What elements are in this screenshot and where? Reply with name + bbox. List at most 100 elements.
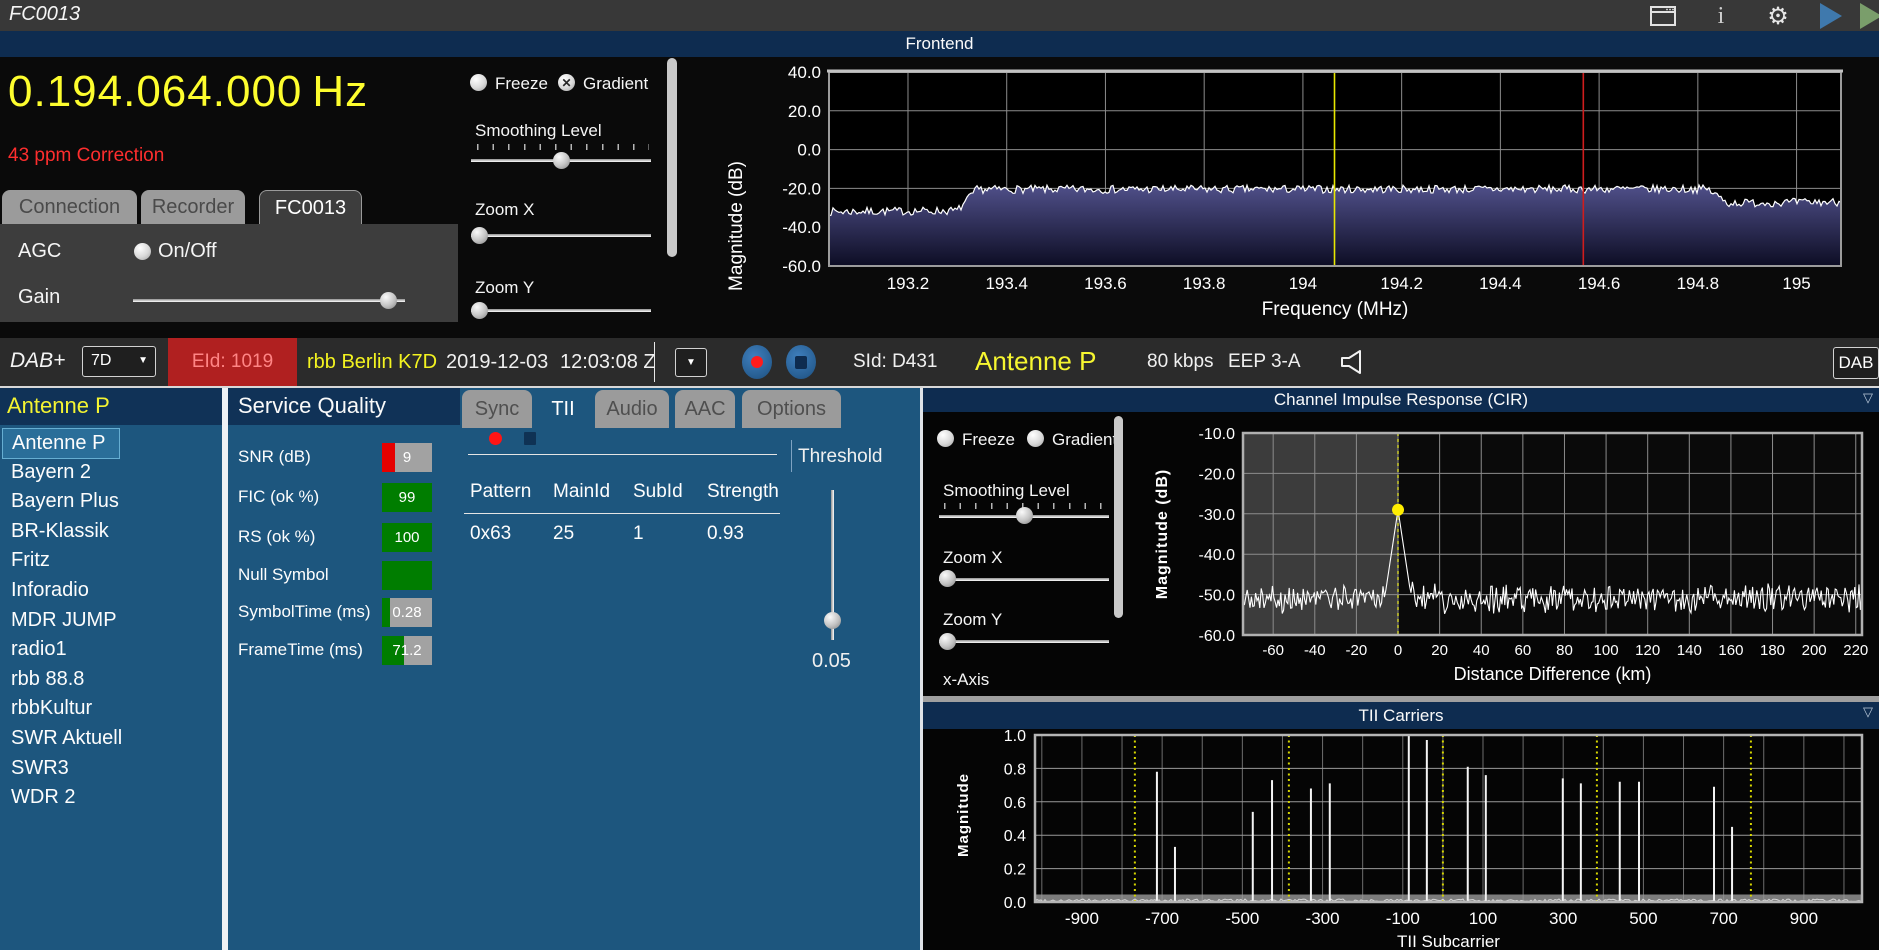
zoomy-slider-track[interactable]: [471, 309, 651, 312]
dab-status-bar: DAB+ 7D ▼ EId: 1019 rbb Berlin K7D 2019-…: [0, 338, 1879, 388]
bitrate-label: 80 kbps: [1147, 351, 1214, 372]
play-blue-icon[interactable]: [1816, 3, 1846, 29]
controls-scrollbar[interactable]: [667, 58, 677, 257]
bar-segment: [382, 561, 432, 590]
svg-text:193.6: 193.6: [1084, 274, 1127, 293]
list-item[interactable]: Inforadio: [2, 576, 191, 605]
tab-options[interactable]: Options: [742, 390, 841, 428]
cir-zoomx-slider-track[interactable]: [939, 578, 1109, 581]
threshold-slider-handle[interactable]: [824, 612, 841, 630]
svg-text:-30.0: -30.0: [1199, 507, 1236, 524]
column-header: Strength: [707, 481, 779, 502]
cir-zoomy-slider-track[interactable]: [939, 640, 1109, 643]
svg-text:195: 195: [1782, 274, 1810, 293]
list-item[interactable]: SWR Aktuell: [2, 724, 191, 753]
cir-controls-scrollbar[interactable]: [1114, 416, 1123, 618]
cir-zoomx-slider-handle[interactable]: [939, 570, 956, 587]
agc-radio[interactable]: [134, 243, 151, 260]
svg-text:700: 700: [1709, 909, 1737, 928]
list-item[interactable]: rbbKultur: [2, 694, 191, 723]
cir-zoomy-slider-handle[interactable]: [939, 633, 956, 650]
svg-text:0.2: 0.2: [1004, 862, 1026, 879]
svg-text:500: 500: [1629, 909, 1657, 928]
svg-text:194.2: 194.2: [1380, 274, 1423, 293]
lower-region: Antenne P Antenne P Bayern 2 Bayern Plus BR…: [0, 388, 1879, 950]
stop-square: [795, 355, 807, 369]
list-item[interactable]: Bayern Plus: [2, 487, 191, 516]
list-item[interactable]: Bayern 2: [2, 458, 191, 487]
cir-chart: -10.0 -20.0 -30.0 -40.0 -50.0 -60.0 -60 -40 -20 0…: [1199, 426, 1869, 684]
service-name: Antenne P: [975, 346, 1097, 376]
zoomx-label: Zoom X: [475, 200, 535, 219]
cir-smoothing-slider-handle[interactable]: [1015, 507, 1033, 524]
tii-chart: 1.0 0.8 0.6 0.4 0.2 0.0 -900 -700 -500 -300 -100 10…: [1004, 729, 1864, 950]
tab-tii[interactable]: TII: [537, 390, 589, 428]
list-item[interactable]: MDR JUMP: [2, 606, 191, 635]
window-icon[interactable]: [1648, 3, 1678, 29]
svg-text:-300: -300: [1306, 909, 1340, 928]
dab-badge: DAB: [1833, 347, 1879, 379]
svg-text:-20.0: -20.0: [1199, 466, 1236, 483]
svg-text:40.0: 40.0: [788, 63, 821, 82]
svg-text:-500: -500: [1225, 909, 1259, 928]
metric-label: Null Symbol: [238, 565, 329, 584]
service-quality-panel: Service Quality SNR (dB) 9 FIC (ok %) 99 RS …: [228, 388, 460, 950]
threshold-label: Threshold: [798, 446, 883, 467]
cir-gradient-radio[interactable]: [1027, 430, 1044, 447]
protection-label: EEP 3-A: [1228, 351, 1301, 372]
record-icon[interactable]: [742, 345, 772, 379]
collapse-triangle-icon[interactable]: ▽: [1863, 390, 1873, 406]
stop-square-icon[interactable]: [524, 432, 536, 445]
tab-audio[interactable]: Audio: [595, 390, 669, 428]
tuner-tabs: Connection Recorder FC0013: [0, 190, 458, 225]
stop-icon[interactable]: [786, 345, 816, 379]
gain-slider-handle[interactable]: [380, 292, 398, 309]
cir-zoomx-label: Zoom X: [943, 548, 1003, 567]
record-dot-icon[interactable]: [489, 432, 502, 445]
gain-slider-track[interactable]: [133, 299, 405, 302]
metric-value: 100: [394, 529, 420, 546]
list-item[interactable]: radio1: [2, 635, 191, 664]
play-green-icon[interactable]: [1856, 3, 1879, 29]
list-item[interactable]: WDR 2: [2, 783, 191, 812]
title-bar: FC0013 i ⚙: [0, 0, 1879, 32]
svg-text:20.0: 20.0: [788, 102, 821, 121]
cir-controls: Freeze Gradient Smoothing Level Zoom X Z…: [925, 412, 1145, 696]
list-item[interactable]: Antenne P: [2, 428, 120, 459]
tab-connection[interactable]: Connection: [2, 190, 137, 224]
settings-icon[interactable]: ⚙: [1763, 2, 1793, 30]
tab-sync[interactable]: Sync: [462, 390, 532, 428]
zoomy-label: Zoom Y: [475, 278, 535, 297]
smoothing-slider-handle[interactable]: [552, 152, 570, 169]
channel-select[interactable]: 7D ▼: [82, 346, 156, 377]
list-item[interactable]: SWR3: [2, 754, 191, 783]
dropdown-arrow-icon[interactable]: ▼: [675, 348, 707, 377]
svg-text:220: 220: [1843, 642, 1868, 659]
tab-recorder[interactable]: Recorder: [141, 190, 245, 224]
tab-fc0013[interactable]: FC0013: [259, 190, 362, 225]
metric-value: 99: [398, 489, 416, 506]
list-item[interactable]: rbb 88.8: [2, 665, 191, 694]
list-item[interactable]: BR-Klassik: [2, 517, 191, 546]
info-icon[interactable]: i: [1706, 3, 1736, 29]
list-item[interactable]: Fritz: [2, 546, 191, 575]
svg-text:-60: -60: [1262, 642, 1284, 659]
svg-text:0: 0: [1394, 642, 1402, 659]
record-dot: [751, 356, 763, 368]
freeze-radio[interactable]: [470, 74, 487, 91]
speaker-icon[interactable]: [1338, 348, 1364, 381]
service-quality-header: Service Quality: [228, 388, 460, 425]
zoomx-slider-handle[interactable]: [471, 227, 488, 244]
zoomx-slider-track[interactable]: [471, 234, 651, 237]
gradient-radio[interactable]: [558, 74, 575, 91]
svg-text:194.6: 194.6: [1578, 274, 1621, 293]
frequency-unit: Hz: [312, 67, 369, 116]
smoothing-ticks: [477, 144, 649, 150]
eid-value: EId: 1019: [191, 351, 274, 372]
collapse-triangle-icon[interactable]: ▽: [1863, 704, 1873, 720]
play-green-triangle: [1860, 3, 1879, 29]
tab-aac[interactable]: AAC: [675, 390, 735, 428]
cir-freeze-radio[interactable]: [937, 430, 954, 447]
zoomy-slider-handle[interactable]: [471, 302, 488, 319]
column-header: SubId: [633, 481, 683, 502]
